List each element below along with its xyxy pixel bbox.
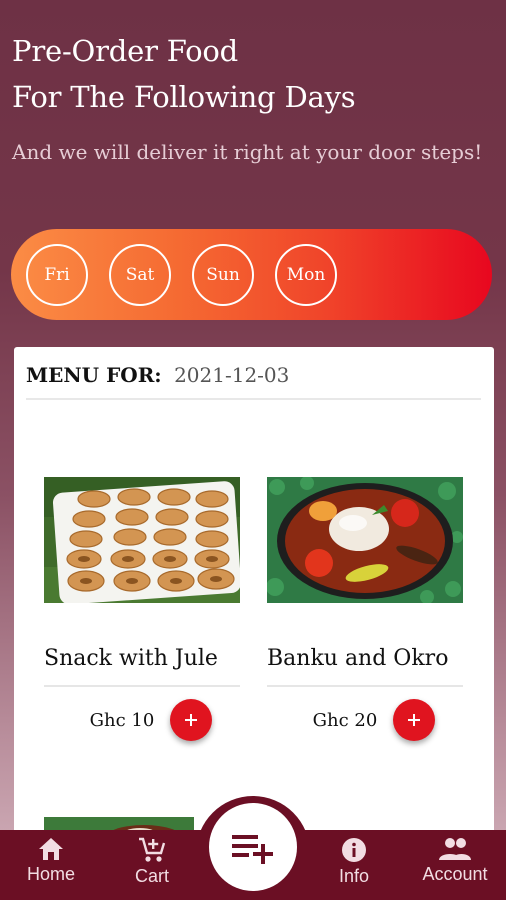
add-to-cart-button[interactable] (393, 699, 436, 741)
food-price: Ghc 10 (89, 709, 155, 731)
plus-icon (408, 714, 421, 726)
menu-item-snack[interactable]: Snack with Jule Ghc 10 (44, 477, 240, 741)
people-icon (439, 838, 471, 860)
nav-info-label: Info (338, 866, 370, 886)
menu-label: MENU FOR: (26, 363, 162, 387)
price-row: Ghc 20 (267, 699, 463, 741)
header: Pre-Order Food For The Following Days An… (12, 28, 492, 168)
home-icon (39, 838, 63, 860)
nav-info[interactable]: Info (309, 836, 399, 887)
title-line-1: Pre-Order Food (12, 34, 238, 68)
food-name: Banku and Okro (267, 646, 463, 687)
day-button-sat[interactable]: Sat (109, 243, 171, 306)
menu-card: MENU FOR: 2021-12-03 Snack with Jule Ghc… (14, 347, 494, 867)
page-title: Pre-Order Food For The Following Days (12, 28, 492, 120)
menu-header: MENU FOR: 2021-12-03 (26, 363, 481, 400)
food-name: Snack with Jule (44, 646, 240, 687)
food-image-banku (267, 477, 463, 603)
nav-account-label: Account (422, 864, 488, 884)
nav-home[interactable]: Home (6, 836, 96, 885)
price-row: Ghc 10 (44, 699, 240, 741)
nav-cart-label: Cart (134, 866, 169, 886)
info-icon (342, 838, 366, 862)
nav-account[interactable]: Account (410, 836, 500, 885)
day-selector: Fri Sat Sun Mon (11, 229, 492, 320)
pre-order-fab[interactable] (209, 803, 297, 891)
plus-icon (185, 714, 198, 726)
day-button-fri[interactable]: Fri (26, 243, 88, 306)
food-price: Ghc 20 (312, 709, 378, 731)
day-button-sun[interactable]: Sun (192, 243, 254, 306)
nav-home-label: Home (26, 864, 75, 884)
day-button-mon[interactable]: Mon (275, 243, 337, 306)
nav-cart[interactable]: Cart (107, 836, 197, 887)
add-to-cart-button[interactable] (170, 699, 213, 741)
menu-date: 2021-12-03 (174, 363, 290, 387)
menu-item-banku[interactable]: Banku and Okro Ghc 20 (267, 477, 463, 741)
cart-add-icon (139, 837, 166, 862)
food-image-snack (44, 477, 240, 603)
playlist-add-icon (232, 835, 273, 864)
title-line-2: For The Following Days (12, 80, 356, 114)
page-subtitle: And we will deliver it right at your doo… (12, 140, 483, 164)
